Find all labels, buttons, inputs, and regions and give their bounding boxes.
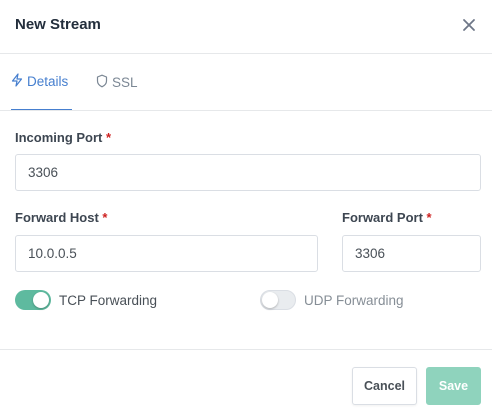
tab-bar: Details SSL — [0, 54, 492, 111]
udp-forwarding-label: UDP Forwarding — [304, 292, 404, 308]
toggle-knob — [33, 292, 49, 308]
toggle-knob — [262, 292, 278, 308]
tcp-forwarding-toggle[interactable]: TCP Forwarding — [15, 290, 157, 310]
new-stream-dialog: New Stream Details SSL Incoming Port * 3… — [0, 0, 492, 416]
udp-forwarding-toggle[interactable]: UDP Forwarding — [260, 290, 404, 310]
tab-ssl-label: SSL — [112, 74, 138, 90]
forward-port-input[interactable] — [342, 235, 481, 272]
dialog-title: New Stream — [15, 16, 101, 33]
incoming-port-label-text: Incoming Port — [15, 130, 103, 145]
forward-port-label: Forward Port * — [342, 210, 432, 225]
cancel-button[interactable]: Cancel — [352, 367, 417, 405]
dialog-header: New Stream — [0, 0, 492, 54]
incoming-port-label: Incoming Port * — [15, 130, 111, 145]
tab-details[interactable]: Details — [11, 54, 72, 110]
tab-ssl[interactable]: SSL — [96, 54, 138, 110]
save-button[interactable]: Save — [426, 367, 481, 405]
tab-details-label: Details — [27, 74, 69, 89]
udp-toggle-switch[interactable] — [260, 290, 296, 310]
dialog-footer: Cancel Save — [0, 349, 492, 416]
bolt-icon — [11, 73, 27, 90]
close-icon[interactable] — [459, 15, 479, 35]
tcp-forwarding-label: TCP Forwarding — [59, 292, 158, 308]
forward-host-input[interactable] — [15, 235, 318, 272]
shield-icon — [96, 74, 112, 91]
forward-host-label-text: Forward Host — [15, 210, 99, 225]
required-marker: * — [106, 130, 112, 145]
tcp-toggle-switch[interactable] — [15, 290, 51, 310]
required-marker: * — [426, 210, 432, 225]
forward-host-label: Forward Host * — [15, 210, 107, 225]
required-marker: * — [102, 210, 108, 225]
forward-port-label-text: Forward Port — [342, 210, 423, 225]
incoming-port-input[interactable] — [15, 154, 481, 191]
